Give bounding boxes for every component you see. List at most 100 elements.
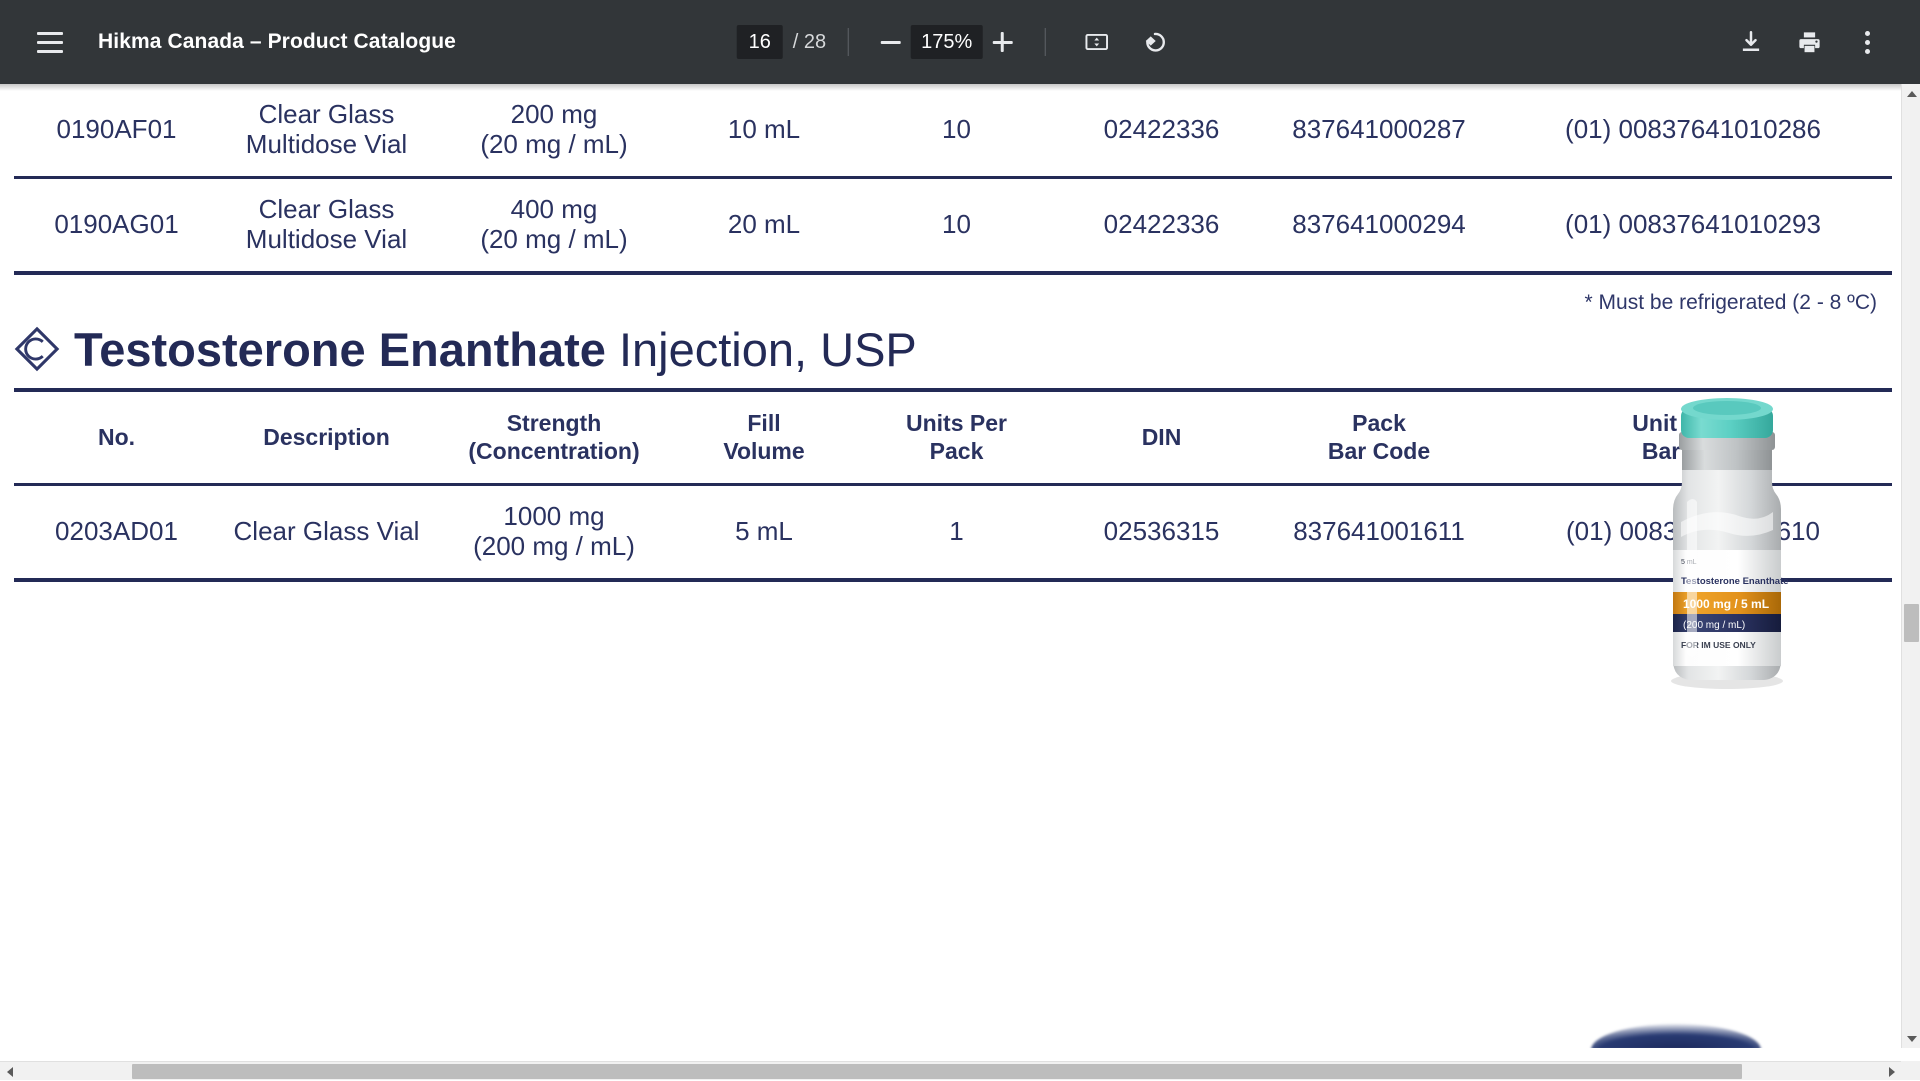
column-header-din: DIN: [1059, 390, 1264, 485]
header-line-1: No.: [18, 424, 215, 452]
cell-description: Clear Glass Multidose Vial: [219, 177, 434, 272]
scroll-left-arrow-icon[interactable]: [0, 1062, 19, 1081]
triangle-up: [1907, 91, 1917, 97]
zoom-in-button[interactable]: [982, 22, 1022, 62]
print-button[interactable]: [1786, 19, 1832, 65]
strength-line-1: 200 mg: [438, 100, 670, 130]
fit-to-page-button[interactable]: [1073, 19, 1119, 65]
cell-din: 02422336: [1059, 177, 1264, 272]
plus-icon: [992, 32, 1012, 52]
pdf-document-viewport[interactable]: 0190AF01 Clear Glass Multidose Vial 200 …: [0, 84, 1901, 1048]
cell-strength: 200 mg (20 mg / mL): [434, 84, 674, 177]
next-product-image-partial: [1591, 1024, 1761, 1048]
page-number-input[interactable]: [737, 25, 783, 59]
product-heading: Testosterone Enanthate Injection, USP: [14, 325, 1901, 374]
toolbar-divider: [848, 28, 849, 56]
horizontal-scrollbar[interactable]: [0, 1061, 1920, 1080]
strength-line-2: (200 mg / mL): [438, 532, 670, 562]
cell-strength: 400 mg (20 mg / mL): [434, 177, 674, 272]
cell-pack-bar-code: 837641001611: [1264, 485, 1494, 580]
description-line-1: Clear Glass: [223, 195, 430, 225]
scroll-up-arrow-icon[interactable]: [1902, 84, 1920, 103]
strength-line-2: (20 mg / mL): [438, 130, 670, 160]
zoom-out-button[interactable]: [871, 22, 911, 62]
table-row: 0190AG01 Clear Glass Multidose Vial 400 …: [14, 177, 1892, 272]
table-row: 0190AF01 Clear Glass Multidose Vial 200 …: [14, 84, 1892, 177]
header-line-1: Units Per: [858, 410, 1055, 438]
scrollbar-corner: [1901, 1061, 1920, 1080]
header-line-2: Pack: [858, 438, 1055, 466]
triangle-down: [1907, 1036, 1917, 1042]
toolbar-left-group: Hikma Canada – Product Catalogue: [0, 20, 456, 64]
vertical-scrollbar[interactable]: [1901, 84, 1920, 1048]
vial-label-name: Testosterone Enanthate: [1681, 576, 1789, 587]
cell-unit-of-use-bar-code: (01) 00837641010286: [1494, 84, 1892, 177]
hamburger-bar: [37, 41, 63, 44]
print-icon: [1796, 29, 1823, 56]
scroll-right-arrow-icon[interactable]: [1882, 1062, 1901, 1081]
toolbar-center-group: / 28 175%: [737, 19, 1184, 65]
column-header-strength: Strength (Concentration): [434, 390, 674, 485]
download-icon: [1738, 29, 1764, 55]
column-header-units-per-pack: Units Per Pack: [854, 390, 1059, 485]
diamond-c-icon: [14, 326, 60, 372]
page-total-label: / 28: [793, 31, 826, 54]
cell-fill-volume: 20 mL: [674, 177, 854, 272]
page-top-shadow: [0, 84, 1901, 91]
header-line-1: Description: [223, 424, 430, 452]
product-image-container: 5 mL Testosterone Enanthate 1000 mg / 5 …: [1603, 384, 1853, 714]
triangle-left: [7, 1067, 13, 1077]
vial-cap-inner: [1693, 401, 1761, 415]
column-header-fill-volume: Fill Volume: [674, 390, 854, 485]
cell-strength: 1000 mg (200 mg / mL): [434, 485, 674, 580]
cell-no: 0190AG01: [14, 177, 219, 272]
toolbar-right-group: [1722, 19, 1896, 65]
document-title: Hikma Canada – Product Catalogue: [98, 30, 456, 54]
pdf-viewer-toolbar: Hikma Canada – Product Catalogue / 28 17…: [0, 0, 1920, 84]
cell-din: 02536315: [1059, 485, 1264, 580]
product-name-bold: Testosterone Enanthate: [74, 323, 606, 376]
header-line-2: Bar Code: [1268, 438, 1490, 466]
horizontal-scrollbar-thumb[interactable]: [132, 1064, 1742, 1079]
rotate-counterclockwise-icon: [1141, 29, 1167, 55]
zoom-level-display[interactable]: 175%: [911, 25, 982, 59]
cell-fill-volume: 5 mL: [674, 485, 854, 580]
column-header-pack-bar-code: Pack Bar Code: [1264, 390, 1494, 485]
page-title: Testosterone Enanthate Injection, USP: [74, 325, 917, 374]
header-line-1: Fill: [678, 410, 850, 438]
cell-unit-of-use-bar-code: (01) 00837641010293: [1494, 177, 1892, 272]
strength-line-1: 400 mg: [438, 195, 670, 225]
kebab-dot: [1865, 49, 1870, 54]
vertical-scrollbar-thumb[interactable]: [1904, 604, 1919, 642]
refrigeration-footnote: * Must be refrigerated (2 - 8 ºC): [0, 275, 1901, 315]
cell-description: Clear Glass Multidose Vial: [219, 84, 434, 177]
triangle-right: [1889, 1067, 1895, 1077]
description-line-2: Multidose Vial: [223, 225, 430, 255]
header-line-1: Strength: [438, 410, 670, 438]
toolbar-divider: [1044, 28, 1045, 56]
kebab-dot: [1865, 31, 1870, 36]
fit-to-page-icon: [1083, 29, 1109, 55]
description-line-2: Multidose Vial: [223, 130, 430, 160]
header-line-2: (Concentration): [438, 438, 670, 466]
strength-line-2: (20 mg / mL): [438, 225, 670, 255]
rotate-button[interactable]: [1131, 19, 1177, 65]
testosterone-enanthate-vial-image: 5 mL Testosterone Enanthate 1000 mg / 5 …: [1651, 392, 1803, 692]
scroll-down-arrow-icon[interactable]: [1902, 1029, 1920, 1048]
cell-units-per-pack: 1: [854, 485, 1059, 580]
cell-fill-volume: 10 mL: [674, 84, 854, 177]
cell-description: Clear Glass Vial: [219, 485, 434, 580]
more-options-button[interactable]: [1844, 19, 1890, 65]
header-line-1: Pack: [1268, 410, 1490, 438]
hamburger-bar: [37, 50, 63, 53]
continued-product-table: 0190AF01 Clear Glass Multidose Vial 200 …: [14, 84, 1892, 275]
hamburger-bar: [37, 32, 63, 35]
kebab-dot: [1865, 40, 1870, 45]
cell-units-per-pack: 10: [854, 177, 1059, 272]
download-button[interactable]: [1728, 19, 1774, 65]
minus-icon: [881, 41, 901, 44]
header-line-1: DIN: [1063, 424, 1260, 452]
header-line-2: Volume: [678, 438, 850, 466]
cell-no: 0190AF01: [14, 84, 219, 177]
hamburger-menu-icon[interactable]: [28, 20, 72, 64]
